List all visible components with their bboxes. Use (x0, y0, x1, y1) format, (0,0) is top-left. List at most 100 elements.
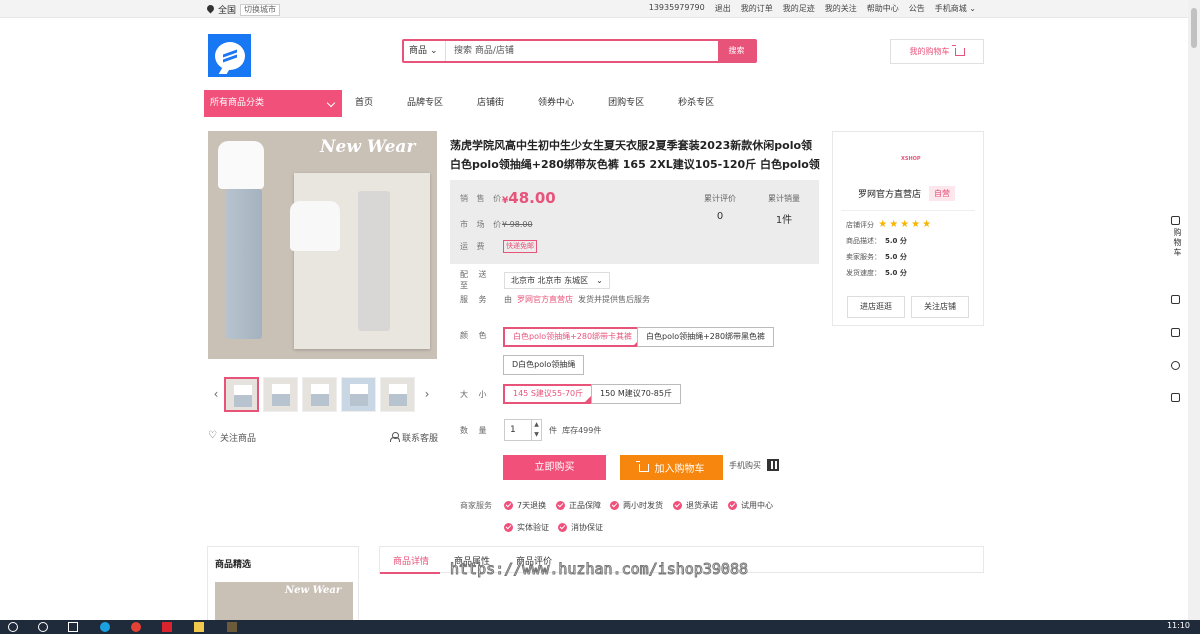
reviews-stat[interactable]: 累计评价 0 (704, 193, 736, 222)
merchant-services-label: 商家服务 (460, 501, 492, 510)
scrollbar[interactable] (1188, 0, 1200, 620)
nav-item-brands[interactable]: 品牌专区 (407, 90, 458, 117)
star-icon: ★ (911, 219, 921, 230)
task-view-icon[interactable] (68, 622, 78, 632)
add-to-cart-button[interactable]: 加入购物车 (620, 455, 723, 480)
my-follows-link[interactable]: 我的关注 (825, 3, 857, 14)
contact-service-button[interactable]: 联系客服 (389, 431, 438, 444)
thumbnail[interactable] (380, 376, 415, 412)
delivery-address-select[interactable]: 北京市 北京市 东城区 ⌄ (504, 271, 610, 289)
all-categories-menu[interactable]: 所有商品分类 (204, 90, 342, 117)
heart-icon (208, 430, 217, 441)
tab-details[interactable]: 商品详情 (393, 554, 429, 567)
nav-item-group-buy[interactable]: 团购专区 (608, 90, 659, 117)
clock: 11:10 (1166, 621, 1190, 630)
mobile-mall-link[interactable]: 手机商城 ⌄ (935, 3, 976, 14)
star-icon: ★ (922, 219, 932, 230)
file-explorer-icon[interactable] (194, 622, 204, 632)
app-icon[interactable] (227, 622, 237, 632)
check-icon (504, 523, 513, 532)
star-icon: ★ (889, 219, 899, 230)
thumb-prev-arrow-icon[interactable]: ‹ (208, 387, 224, 401)
qty-label: 数 量 (460, 426, 491, 435)
decrease-arrow-icon[interactable]: ▼ (532, 430, 541, 440)
os-taskbar: 11:10 (0, 620, 1200, 634)
site-logo[interactable] (208, 34, 251, 77)
color-option-black[interactable]: 白色polo领抽绳+280绑带黑色裤 (637, 327, 775, 347)
logout-link[interactable]: 退出 (715, 3, 731, 14)
heart-icon[interactable] (1171, 361, 1180, 370)
thumb-next-arrow-icon[interactable]: › (419, 387, 435, 401)
nav-item-home[interactable]: 首页 (355, 90, 388, 117)
size-option-s[interactable]: 145 S建议55-70斤 (503, 384, 594, 404)
thumbnail[interactable] (224, 376, 259, 412)
scrollbar-thumb[interactable] (1191, 8, 1197, 48)
service-item: 正品保障 (556, 500, 601, 511)
my-orders-link[interactable]: 我的订单 (741, 3, 773, 14)
quantity-stepper[interactable]: 1 ▲ ▼ (504, 419, 542, 441)
qr-code-icon[interactable] (1171, 393, 1180, 402)
size-label-row: 大 小 (460, 389, 504, 400)
help-center-link[interactable]: 帮助中心 (867, 3, 899, 14)
cart-icon (951, 44, 965, 56)
chrome-icon[interactable] (131, 622, 141, 632)
nav-item-flash-sale[interactable]: 秒杀专区 (678, 90, 729, 117)
search-icon[interactable] (8, 622, 18, 632)
follow-shop-button[interactable]: 关注店铺 (911, 296, 969, 318)
shop-name[interactable]: 罗网官方直营店 (858, 187, 921, 200)
top-links: 13935979790 退出 我的订单 我的足迹 我的关注 帮助中心 公告 手机… (649, 3, 976, 14)
stock-info: 件 库存499件 (549, 426, 602, 435)
color-label: 颜 色 (460, 331, 491, 340)
follow-product-button[interactable]: 关注商品 (208, 430, 256, 444)
enter-shop-button[interactable]: 进店逛逛 (847, 296, 905, 318)
service-item: 退货承诺 (673, 500, 718, 511)
service-item: 两小时发货 (610, 500, 663, 511)
shop-logo[interactable]: XSHOP (901, 156, 921, 162)
featured-product-image[interactable]: New Wear (215, 582, 353, 620)
color-option-khaki[interactable]: 白色polo领抽绳+280绑带卡其裤 (503, 327, 643, 347)
market-price-label: 市 场 价 (460, 220, 505, 229)
shop-name-row: 罗网官方直营店 自营 (858, 186, 956, 201)
shipping-label: 运 费 (460, 242, 488, 251)
notice-link[interactable]: 公告 (909, 3, 925, 14)
switch-city-button[interactable]: 切换城市 (240, 3, 281, 16)
self-operated-badge: 自营 (929, 186, 956, 201)
mobile-buy[interactable]: 手机购买 (729, 459, 779, 471)
price-label: 销 售 价 (460, 194, 505, 203)
search-input[interactable]: 搜索 商品/店铺 (446, 41, 718, 61)
document-icon[interactable] (1171, 295, 1180, 304)
cortana-icon[interactable] (38, 622, 48, 632)
product-main-image[interactable]: New Wear (208, 131, 437, 359)
edge-icon[interactable] (100, 622, 110, 632)
thumbnail[interactable] (302, 376, 337, 412)
qr-code-icon (767, 459, 779, 471)
color-option-d-white[interactable]: D白色polo领抽绳 (503, 355, 585, 375)
top-bar: 全国 切换城市 13935979790 退出 我的订单 我的足迹 我的关注 帮助… (0, 0, 1188, 18)
delivery-row: 配 送 至 北京市 北京市 东城区 ⌄ (460, 269, 610, 291)
quantity-input[interactable]: 1 (505, 420, 531, 440)
service-shop-link[interactable]: 罗网官方直营店 (517, 294, 573, 305)
coupon-icon[interactable] (1171, 328, 1180, 337)
shop-rating: 店铺评分 ★ ★ ★ ★ ★ (846, 219, 932, 230)
sidebar-cart[interactable]: 购物车 (1172, 228, 1183, 258)
thumbnail[interactable] (341, 376, 376, 412)
user-icon[interactable] (1171, 216, 1180, 225)
wps-icon[interactable] (162, 622, 172, 632)
messenger-logo-icon (214, 41, 245, 70)
size-option-m[interactable]: 150 M建议70-85斤 (591, 384, 681, 404)
cart-icon (635, 460, 649, 472)
search-button[interactable]: 搜索 (718, 41, 755, 61)
phone-link[interactable]: 13935979790 (649, 3, 705, 14)
nav-item-coupons[interactable]: 领券中心 (538, 90, 589, 117)
service-item: 7天退换 (504, 500, 546, 511)
my-footprint-link[interactable]: 我的足迹 (783, 3, 815, 14)
search-category-select[interactable]: 商品 ⌄ (404, 41, 446, 61)
buy-now-button[interactable]: 立即购买 (503, 455, 606, 480)
thumbnail[interactable] (263, 376, 298, 412)
my-cart-button[interactable]: 我的购物车 (890, 39, 984, 64)
nav-item-shops[interactable]: 店铺街 (477, 90, 519, 117)
right-sidebar: 购物车 (1160, 0, 1188, 620)
location-selector[interactable]: 全国 切换城市 (207, 3, 281, 16)
cart-label: 我的购物车 (909, 47, 950, 56)
increase-arrow-icon[interactable]: ▲ (532, 420, 541, 430)
